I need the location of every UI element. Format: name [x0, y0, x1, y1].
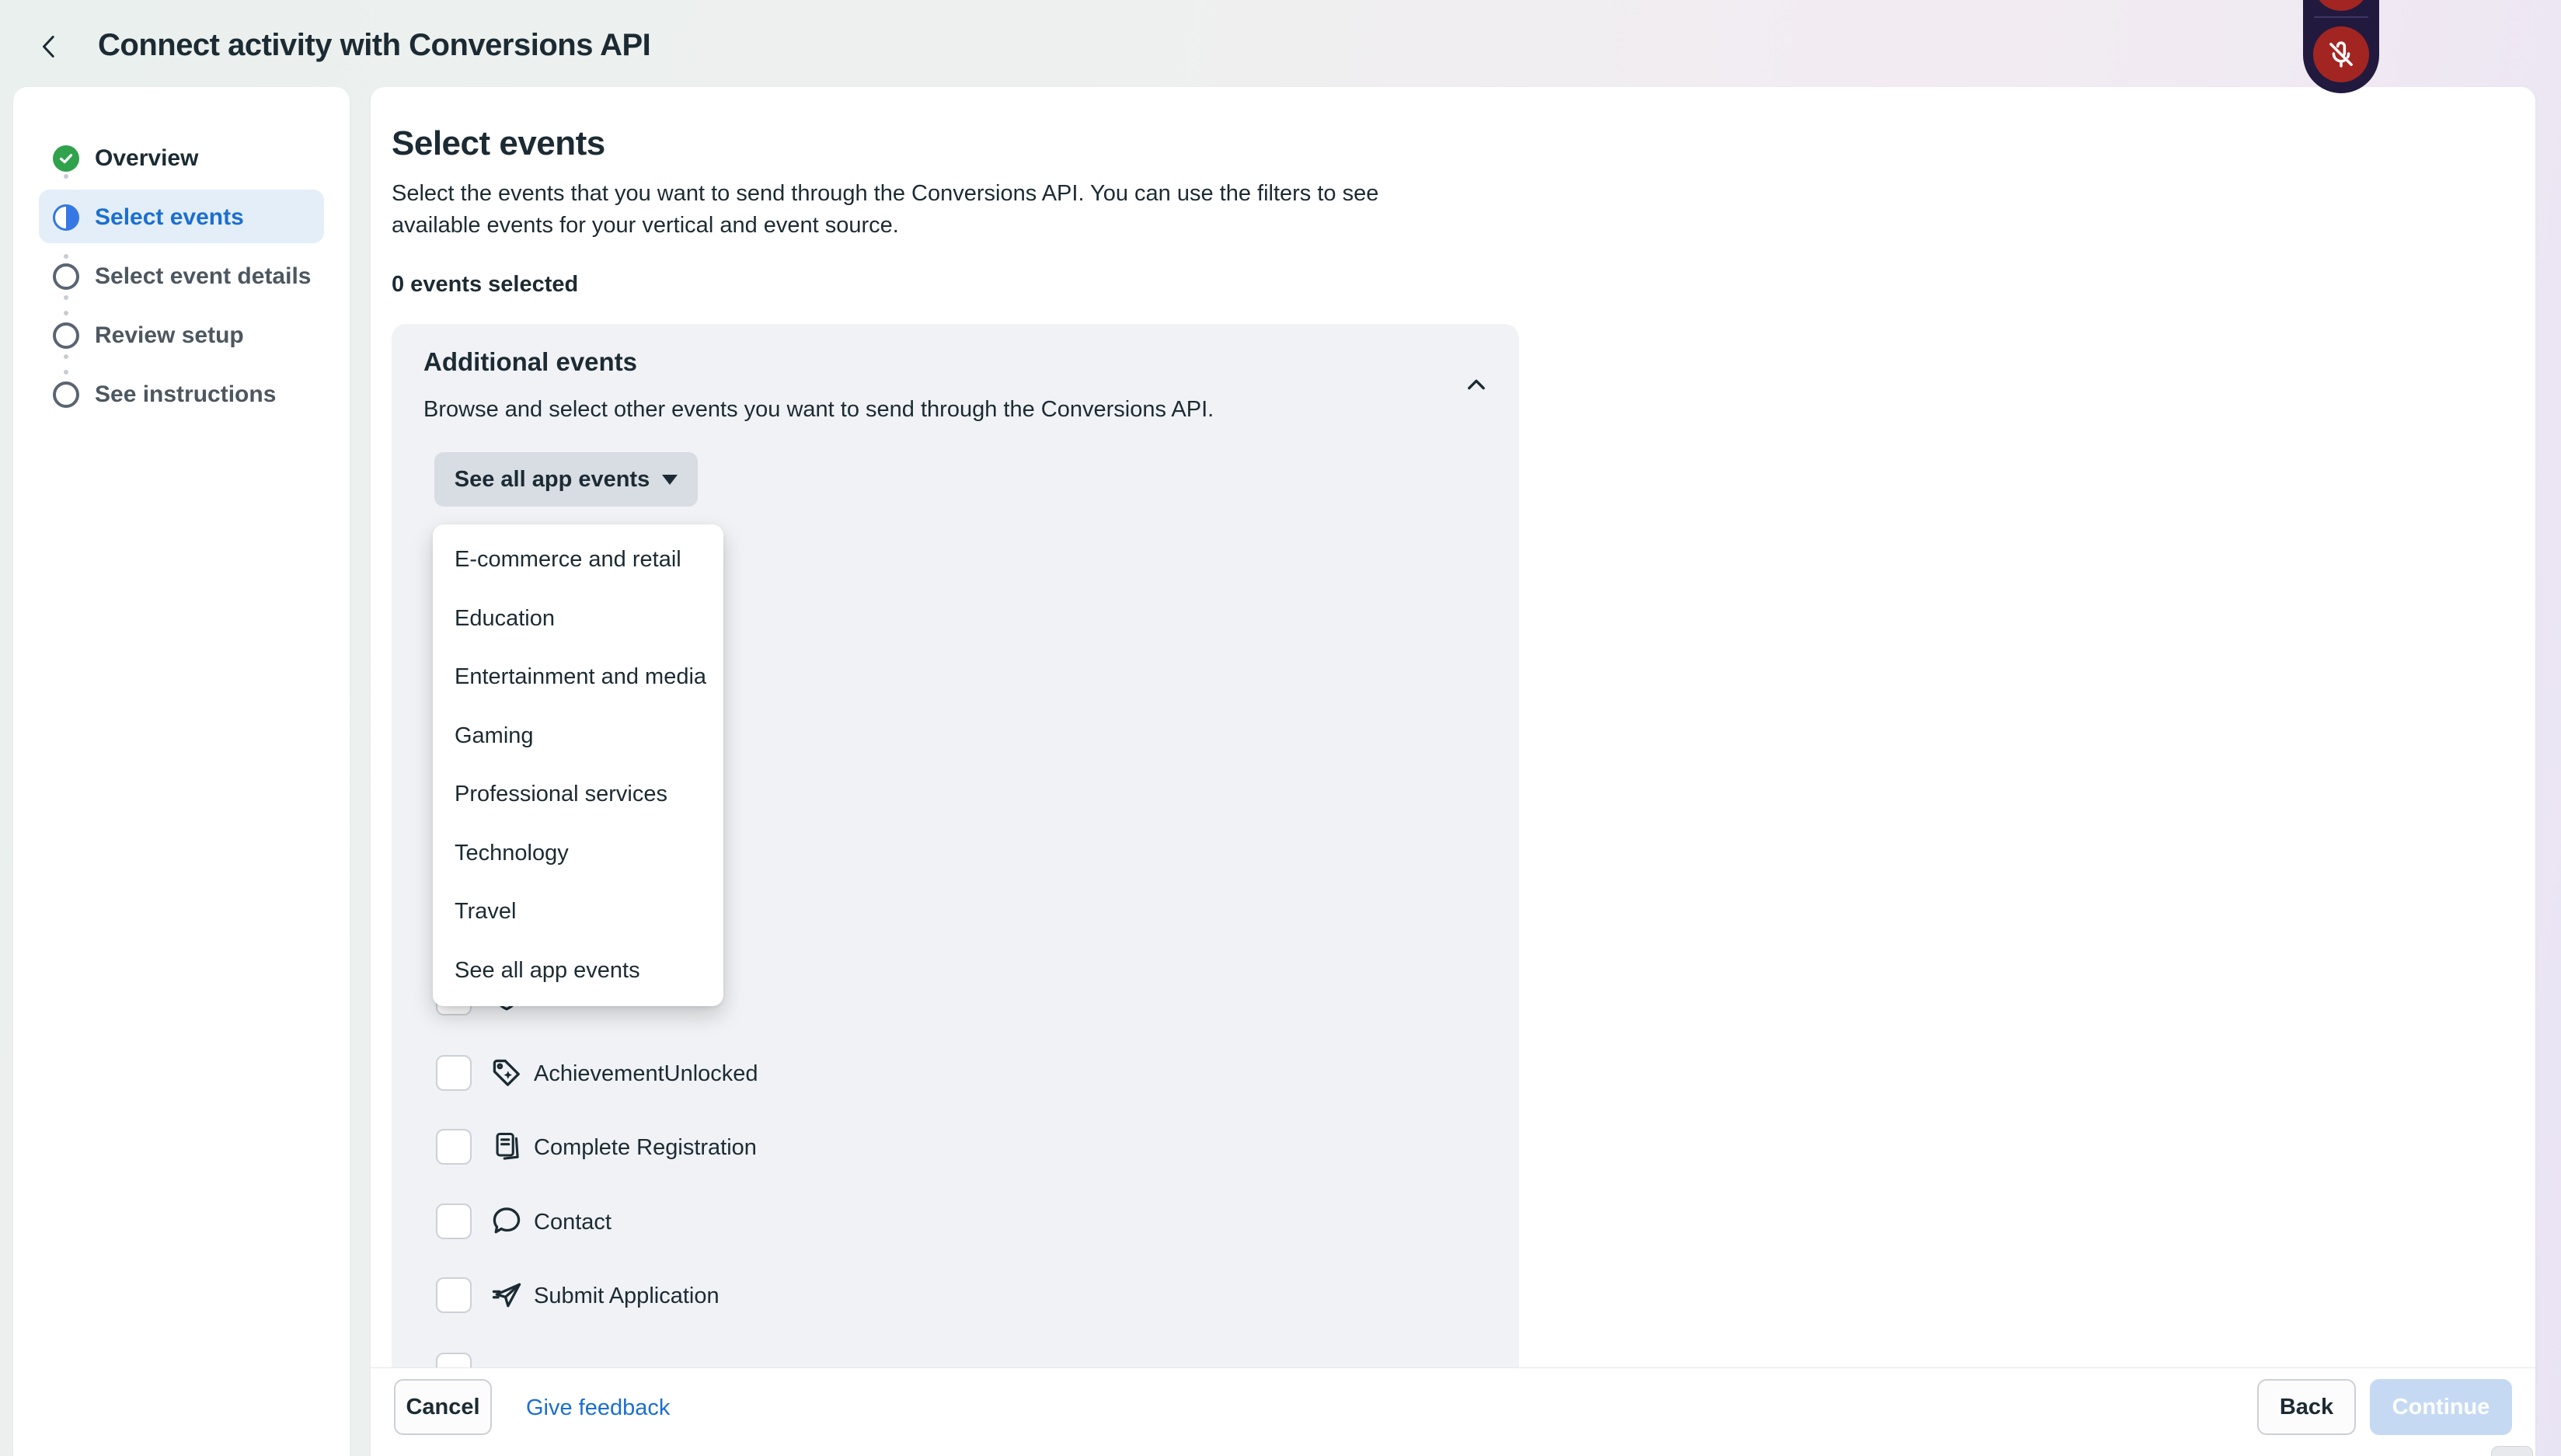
continue-button[interactable]: Continue: [2370, 1379, 2512, 1435]
event-row-complete-registration: Complete Registration: [392, 1109, 1519, 1184]
dropdown-item-travel[interactable]: Travel: [433, 883, 723, 942]
step-label: Select event details: [95, 263, 311, 290]
dropdown-item-gaming[interactable]: Gaming: [433, 707, 723, 766]
caret-down-icon: [662, 475, 678, 485]
app-events-dropdown-menu: E-commerce and retail Education Entertai…: [433, 524, 723, 1006]
sidebar-item-overview[interactable]: Overview: [13, 143, 350, 174]
event-checkbox[interactable]: [436, 1129, 472, 1165]
event-row-achievementunlocked: AchievementUnlocked: [392, 1036, 1519, 1110]
back-button[interactable]: [34, 31, 65, 62]
footer-action-bar: Cancel Give feedback Back Continue: [371, 1367, 2535, 1456]
tag-star-icon: [490, 1056, 524, 1090]
event-label: Submit Application: [534, 1284, 720, 1309]
step-complete-icon: [53, 145, 79, 172]
recorder-button-partial[interactable]: [2313, 0, 2369, 11]
step-connector-dot: [64, 174, 68, 179]
step-label: See instructions: [95, 381, 276, 408]
recorder-pill: [2303, 0, 2379, 93]
step-upcoming-icon: [53, 263, 79, 290]
page-title: Connect activity with Conversions API: [98, 28, 650, 63]
selected-events-count: 0 events selected: [392, 272, 578, 298]
step-label: Select events: [95, 204, 244, 231]
step-upcoming-icon: [53, 381, 79, 408]
see-all-app-events-dropdown-button[interactable]: See all app events: [434, 452, 698, 507]
dropdown-item-education[interactable]: Education: [433, 590, 723, 649]
step-label: Overview: [95, 145, 198, 172]
section-title: Select events: [392, 124, 605, 163]
sidebar-item-review-setup[interactable]: Review setup: [13, 320, 350, 351]
chat-bubble-icon: [490, 1204, 524, 1238]
form-pages-icon: [490, 1130, 524, 1164]
card-title: Additional events: [423, 347, 637, 377]
step-connector-dot: [64, 295, 68, 300]
give-feedback-link[interactable]: Give feedback: [526, 1395, 670, 1421]
step-connector-dot: [64, 354, 68, 359]
event-label: AchievementUnlocked: [534, 1061, 758, 1087]
additional-events-card: Additional events Browse and select othe…: [392, 324, 1519, 1387]
event-label: Contact: [534, 1210, 612, 1235]
sidebar-item-select-event-details[interactable]: Select event details: [13, 261, 350, 292]
send-icon: [490, 1278, 524, 1312]
event-checkbox[interactable]: [436, 1203, 472, 1239]
steps-sidebar: Overview Select events Select event deta…: [13, 87, 350, 1456]
dropdown-item-technology[interactable]: Technology: [433, 824, 723, 883]
dropdown-item-entertainment[interactable]: Entertainment and media: [433, 648, 723, 707]
section-description: Select the events that you want to send …: [392, 178, 1417, 242]
chevron-left-icon: [34, 31, 65, 62]
step-in-progress-icon: [53, 204, 79, 231]
main-panel: Select events Select the events that you…: [371, 87, 2535, 1456]
card-description: Browse and select other events you want …: [423, 397, 1214, 423]
event-label: Complete Registration: [534, 1135, 757, 1161]
event-row-contact: Contact: [392, 1184, 1519, 1259]
step-upcoming-icon: [53, 322, 79, 349]
dropdown-item-see-all-app-events[interactable]: See all app events: [433, 942, 723, 1001]
chevron-up-icon: [1463, 372, 1490, 399]
sidebar-item-select-events[interactable]: Select events: [13, 202, 350, 233]
mic-muted-icon: [2325, 38, 2357, 71]
recorder-divider: [2314, 16, 2368, 18]
dropdown-item-ecommerce[interactable]: E-commerce and retail: [433, 531, 723, 590]
filter-button-label: See all app events: [455, 467, 650, 493]
step-connector-dot: [64, 254, 68, 259]
cancel-button[interactable]: Cancel: [394, 1379, 492, 1435]
dropdown-item-professional-services[interactable]: Professional services: [433, 765, 723, 824]
sidebar-item-see-instructions[interactable]: See instructions: [13, 379, 350, 410]
step-label: Review setup: [95, 322, 244, 349]
event-row-submit-application: Submit Application: [392, 1258, 1519, 1332]
collapse-section-button[interactable]: [1463, 372, 1491, 400]
step-connector-dot: [64, 311, 68, 315]
event-checkbox[interactable]: [436, 1277, 472, 1313]
mic-mute-button[interactable]: [2313, 26, 2369, 82]
step-connector-dot: [64, 370, 68, 374]
back-button-footer[interactable]: Back: [2257, 1379, 2356, 1435]
event-checkbox[interactable]: [436, 1055, 472, 1091]
help-button-partial[interactable]: [2491, 1446, 2533, 1456]
